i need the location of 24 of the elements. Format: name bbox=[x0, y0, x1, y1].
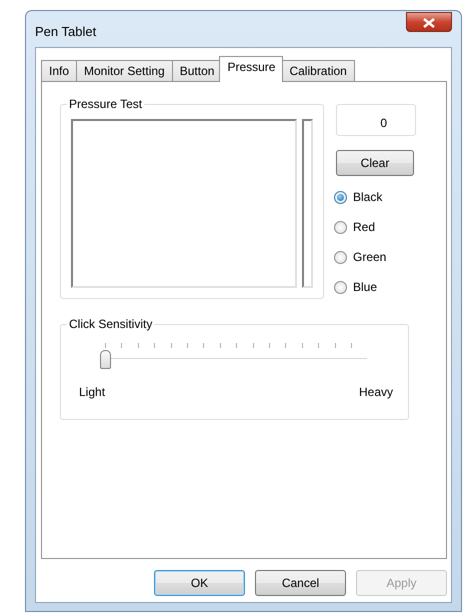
dialog-button[interactable]: OK bbox=[154, 570, 245, 596]
clear-button[interactable]: Clear bbox=[336, 150, 414, 176]
slider-max-label: Heavy bbox=[358, 384, 393, 401]
slider-thumb[interactable] bbox=[100, 350, 111, 369]
dialog-button[interactable]: Cancel bbox=[255, 570, 346, 596]
radio-label[interactable]: Blue bbox=[353, 278, 378, 296]
radio-button[interactable] bbox=[334, 280, 347, 294]
tab[interactable]: Pressure bbox=[219, 56, 284, 82]
radio-button[interactable] bbox=[334, 250, 347, 264]
slider-min-label: Light bbox=[79, 384, 106, 401]
window-title: Pen Tablet bbox=[35, 23, 96, 42]
tab[interactable]: Info bbox=[41, 60, 78, 82]
close-button[interactable] bbox=[406, 12, 452, 32]
radio-button[interactable] bbox=[334, 190, 347, 204]
tab[interactable]: Monitor Setting bbox=[76, 60, 173, 82]
radio-label[interactable]: Red bbox=[353, 218, 376, 236]
close-icon bbox=[423, 18, 435, 28]
group-title: Click Sensitivity bbox=[67, 316, 154, 332]
radio-label[interactable]: Green bbox=[353, 248, 386, 266]
radio-button[interactable] bbox=[334, 220, 347, 234]
pressure-reading: 0 bbox=[336, 104, 416, 136]
tab[interactable]: Calibration bbox=[281, 60, 355, 82]
drawing-area[interactable] bbox=[71, 119, 298, 288]
radio-label[interactable]: Black bbox=[353, 188, 382, 206]
